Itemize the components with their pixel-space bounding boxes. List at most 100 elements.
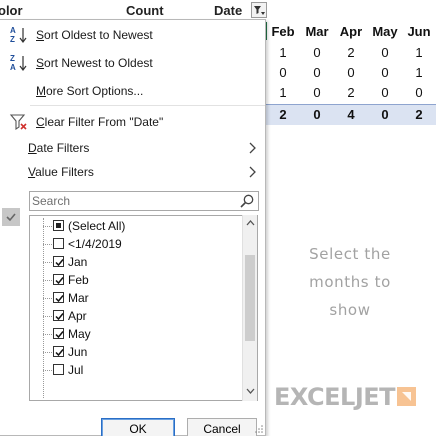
filter-item-label: Apr <box>68 309 87 323</box>
sort-oldest-to-newest[interactable]: A Z Sort Oldest to Newest <box>0 22 265 48</box>
filter-item-label: <1/4/2019 <box>68 237 122 251</box>
tree-connector <box>43 370 52 371</box>
filter-dropdown-icon <box>254 6 265 15</box>
search-box <box>29 191 259 211</box>
month-header: Mar <box>305 24 329 39</box>
tree-connector <box>43 280 52 281</box>
instruction-note: Select the months to show <box>309 245 391 319</box>
checkbox-checked[interactable] <box>53 310 64 321</box>
checkbox-unchecked[interactable] <box>53 364 64 375</box>
sort-oldest-label: ort Oldest to Newest <box>44 28 153 42</box>
list-scrollbar[interactable] <box>242 215 257 401</box>
tree-connector <box>43 298 52 299</box>
date-column-header: Date <box>214 3 243 18</box>
ok-button[interactable]: OK <box>101 418 175 436</box>
accelerator-key: C <box>36 115 45 129</box>
menu-separator <box>30 105 265 106</box>
checkbox-checked[interactable] <box>53 328 64 339</box>
scroll-up-icon[interactable] <box>245 218 256 228</box>
filter-list-item[interactable]: (Select All) <box>53 217 243 235</box>
pivot-cell: 1 <box>279 85 287 100</box>
svg-text:A: A <box>10 63 16 72</box>
pivot-cell: 1 <box>279 45 287 60</box>
filter-list-item[interactable]: Apr <box>53 307 243 325</box>
pivot-row: 0 0 0 0 1 <box>266 63 436 82</box>
search-icon[interactable] <box>239 193 255 209</box>
checkmark-icon <box>55 349 64 357</box>
pivot-cell: 0 <box>381 45 389 60</box>
pivot-cell: 0 <box>415 85 423 100</box>
filter-values-list: (Select All) <1/4/2019 Jan Feb Mar Apr May Jun J… <box>29 215 258 401</box>
svg-text:Z: Z <box>10 54 15 63</box>
sort-descending-icon: Z A <box>9 53 29 73</box>
pivot-cell: 2 <box>347 45 355 60</box>
checkmark-icon <box>55 295 64 303</box>
checkmark-icon <box>55 331 64 339</box>
filter-list-item[interactable]: Jan <box>53 253 243 271</box>
resize-grip-icon[interactable] <box>255 425 263 433</box>
filter-item-label: Jul <box>68 363 84 377</box>
month-header: May <box>372 24 398 39</box>
checkmark-icon <box>55 259 64 267</box>
month-header: Apr <box>339 24 363 39</box>
filter-item-label: Jun <box>68 345 88 359</box>
selection-check-icon <box>2 208 20 226</box>
exceljet-mark-icon <box>397 387 416 406</box>
tree-connector <box>43 262 52 263</box>
filter-list-item[interactable]: Feb <box>53 271 243 289</box>
autofilter-dropdown: A Z Sort Oldest to Newest Z A Sort Newes… <box>0 19 266 436</box>
chevron-right-icon <box>249 142 256 154</box>
more-sort-options[interactable]: More Sort Options... <box>0 78 265 104</box>
filter-list-item[interactable]: Mar <box>53 289 243 307</box>
color-column-header: olor <box>0 3 23 18</box>
month-header: Feb <box>271 24 295 39</box>
date-filter-button[interactable] <box>251 2 267 18</box>
pivot-cell: 1 <box>415 45 423 60</box>
filter-item-label: May <box>68 327 91 341</box>
tree-connector <box>43 226 52 227</box>
date-filters-label: ate Filters <box>36 141 90 155</box>
total-cell: 4 <box>347 107 355 122</box>
sort-ascending-icon: A Z <box>9 25 29 45</box>
checkbox-checked[interactable] <box>53 274 64 285</box>
filter-list-item[interactable]: Jun <box>53 343 243 361</box>
scrollbar-thumb[interactable] <box>245 255 255 341</box>
clear-filter-icon <box>9 112 29 132</box>
accelerator-key: M <box>36 84 46 98</box>
date-filters-submenu[interactable]: Date Filters <box>0 136 265 160</box>
checkbox-partial[interactable] <box>53 220 64 231</box>
checkbox-checked[interactable] <box>53 256 64 267</box>
value-filters-submenu[interactable]: Value Filters <box>0 160 265 184</box>
filter-list-item[interactable]: <1/4/2019 <box>53 235 243 253</box>
pivot-cell: 0 <box>313 85 321 100</box>
pivot-row: 1 0 2 0 0 <box>266 83 436 102</box>
count-column-header: Count <box>126 3 164 18</box>
value-filters-label: alue Filters <box>35 165 94 179</box>
filter-list-item[interactable]: Jul <box>53 361 243 379</box>
chevron-right-icon <box>249 166 256 178</box>
checkbox-unchecked[interactable] <box>53 238 64 249</box>
checkbox-checked[interactable] <box>53 346 64 357</box>
cancel-button[interactable]: Cancel <box>187 418 257 436</box>
pivot-cell: 0 <box>313 65 321 80</box>
sort-newest-to-oldest[interactable]: Z A Sort Newest to Oldest <box>0 50 265 76</box>
clear-filter-label: lear Filter From "Date" <box>44 115 164 129</box>
total-cell: 0 <box>313 107 321 122</box>
filter-list-item[interactable]: May <box>53 325 243 343</box>
svg-text:Z: Z <box>10 35 15 44</box>
tree-connector <box>43 244 52 245</box>
pivot-cell: 0 <box>381 85 389 100</box>
search-input[interactable] <box>32 193 232 209</box>
more-sort-label: ore Sort Options... <box>46 84 144 98</box>
filter-item-label: (Select All) <box>68 219 126 233</box>
pivot-cell: 0 <box>313 45 321 60</box>
clear-filter-from-date[interactable]: Clear Filter From "Date" <box>0 109 265 135</box>
total-cell: 2 <box>279 107 287 122</box>
total-cell: 2 <box>415 107 423 122</box>
pivot-cell: 0 <box>279 65 287 80</box>
exceljet-logo-text: EXCELJET <box>274 383 396 411</box>
checkbox-checked[interactable] <box>53 292 64 303</box>
scroll-down-icon[interactable] <box>245 386 256 396</box>
filter-item-label: Mar <box>68 291 89 305</box>
month-header: Jun <box>407 24 431 39</box>
